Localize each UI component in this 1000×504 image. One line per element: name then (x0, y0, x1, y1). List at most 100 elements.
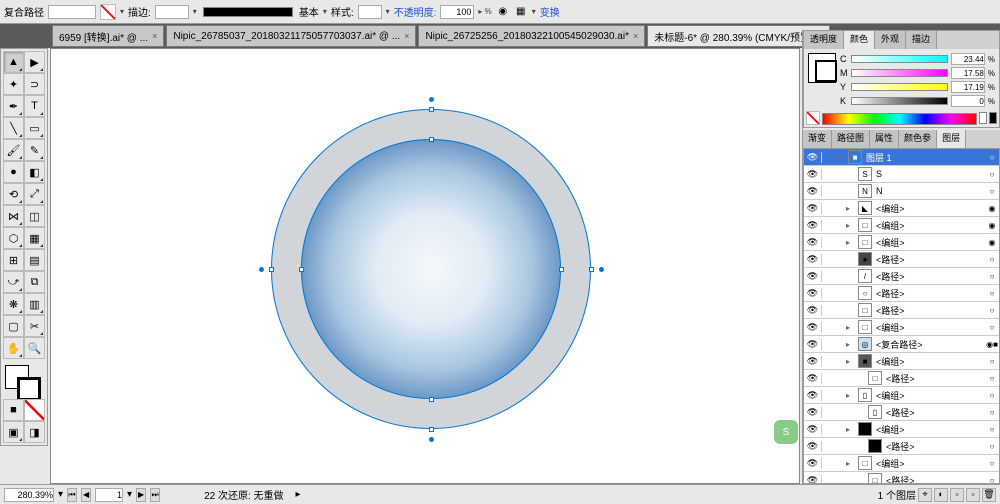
target-icon[interactable]: ○ (985, 425, 999, 434)
layer-row[interactable]: 👁▸◣<编组>◉ (804, 200, 999, 217)
target-icon[interactable]: ◉ (985, 221, 999, 230)
none-fill-icon[interactable] (100, 4, 116, 20)
doc-tab[interactable]: Nipic_26725256_20180322100545029030.ai*× (418, 25, 645, 47)
panel-tab-appearance[interactable]: 外观 (875, 31, 906, 49)
handle-point[interactable] (259, 267, 264, 272)
stroke-swatch[interactable] (17, 377, 41, 401)
opacity-label[interactable]: 不透明度: (394, 4, 437, 19)
magenta-input[interactable] (951, 67, 985, 79)
rectangle-tool[interactable]: ▭ (24, 117, 45, 139)
recolor-icon[interactable]: ◉ (496, 5, 510, 19)
layers-list[interactable]: 👁▸■图层 1○👁SS○👁NN○👁▸◣<编组>◉👁▸□<编组>◉👁▸□<编组>◉… (803, 148, 1000, 484)
target-icon[interactable]: ○ (985, 153, 999, 162)
disclosure-icon[interactable]: ▸ (846, 221, 856, 230)
visibility-icon[interactable]: 👁 (804, 441, 822, 452)
visibility-icon[interactable]: 👁 (804, 220, 822, 231)
layer-row[interactable]: 👁▸■图层 1○ (804, 149, 999, 166)
anchor-point[interactable] (429, 137, 434, 142)
target-icon[interactable]: ○ (985, 391, 999, 400)
stroke-weight-input[interactable] (155, 5, 189, 19)
color-swatches[interactable] (3, 363, 43, 399)
target-icon[interactable]: ○ (985, 357, 999, 366)
mesh-tool[interactable]: ⊞ (3, 249, 24, 271)
target-icon[interactable]: ○ (985, 374, 999, 383)
layer-row[interactable]: 👁▸□<编组>○ (804, 455, 999, 472)
layer-row[interactable]: 👁▸□<编组>◉ (804, 217, 999, 234)
anchor-point[interactable] (559, 267, 564, 272)
prev-page[interactable]: ◀ (81, 488, 91, 502)
layer-row[interactable]: 👁▸◎<复合路径>◉■ (804, 336, 999, 353)
blend-tool[interactable]: ⧉ (24, 271, 45, 293)
ime-indicator[interactable]: S (774, 420, 798, 444)
graph-tool[interactable]: ▥ (24, 293, 45, 315)
perspective-tool[interactable]: ▦ (24, 227, 45, 249)
opacity-input[interactable] (440, 5, 474, 19)
anchor-point[interactable] (299, 267, 304, 272)
white-swatch[interactable] (979, 112, 987, 124)
target-icon[interactable]: ○ (985, 170, 999, 179)
anchor-point[interactable] (269, 267, 274, 272)
close-icon[interactable]: × (152, 31, 157, 41)
locate-layer-icon[interactable]: ⌖ (918, 488, 932, 502)
canvas-area[interactable] (50, 48, 800, 484)
layer-row[interactable]: 👁▸□<编组>◉ (804, 234, 999, 251)
visibility-icon[interactable]: 👁 (804, 475, 822, 485)
layer-row[interactable]: 👁□<路径>○ (804, 472, 999, 484)
disclosure-icon[interactable]: ▸ (846, 340, 856, 349)
visibility-icon[interactable]: 👁 (804, 424, 822, 435)
visibility-icon[interactable]: 👁 (804, 356, 822, 367)
align-icon[interactable]: ▦ (514, 5, 528, 19)
visibility-icon[interactable]: 👁 (804, 203, 822, 214)
last-page[interactable]: ⏭ (150, 488, 160, 502)
visibility-icon[interactable]: 👁 (804, 169, 822, 180)
status-chevron[interactable]: ▸ (296, 489, 301, 500)
brush-tool[interactable]: 🖌 (3, 139, 24, 161)
doc-tab[interactable]: Nipic_26785037_20180321175057703037.ai* … (166, 25, 416, 47)
make-mask-icon[interactable]: ◐ (934, 488, 948, 502)
spectrum-bar[interactable] (822, 113, 977, 125)
target-icon[interactable]: ◉ (985, 238, 999, 247)
target-icon[interactable]: ○ (985, 306, 999, 315)
direct-selection-tool[interactable]: ▶ (24, 51, 45, 73)
yellow-input[interactable] (951, 81, 985, 93)
visibility-icon[interactable]: 👁 (804, 186, 822, 197)
panel-tab-transparency[interactable]: 透明度 (804, 31, 844, 49)
layer-row[interactable]: 👁/<路径>○ (804, 268, 999, 285)
doc-tab[interactable]: 6959 [转换].ai* @ ...× (52, 25, 164, 47)
visibility-icon[interactable]: 👁 (804, 305, 822, 316)
screen-mode[interactable]: ▣ (3, 421, 24, 443)
disclosure-icon[interactable]: ▸ (846, 323, 856, 332)
chevron-icon[interactable]: ▾ (386, 7, 390, 16)
layer-row[interactable]: 👁▸▮<编组>○ (804, 421, 999, 438)
visibility-icon[interactable]: 👁 (804, 288, 822, 299)
transform-link[interactable]: 变换 (540, 4, 560, 19)
layer-row[interactable]: 👁□<路径>○ (804, 302, 999, 319)
handle-point[interactable] (429, 97, 434, 102)
page-input[interactable] (95, 488, 123, 502)
disclosure-icon[interactable]: ▸ (846, 391, 856, 400)
layer-row[interactable]: 👁□<路径>○ (804, 370, 999, 387)
magic-wand-tool[interactable]: ✦ (3, 73, 24, 95)
target-icon[interactable]: ○ (985, 442, 999, 451)
slice-tool[interactable]: ✂ (24, 315, 45, 337)
disclosure-icon[interactable]: ▸ (846, 425, 856, 434)
eraser-tool[interactable]: ◧ (24, 161, 45, 183)
anchor-point[interactable] (429, 397, 434, 402)
visibility-icon[interactable]: 👁 (804, 254, 822, 265)
target-icon[interactable]: ○ (985, 255, 999, 264)
cyan-input[interactable] (951, 53, 985, 65)
layer-row[interactable]: 👁▸▯<编组>○ (804, 387, 999, 404)
layer-row[interactable]: 👁▸■<编组>○ (804, 353, 999, 370)
visibility-icon[interactable]: 👁 (804, 322, 822, 333)
black-input[interactable] (951, 95, 985, 107)
target-icon[interactable]: ○ (985, 187, 999, 196)
zoom-input[interactable] (4, 488, 54, 502)
color-mode-none[interactable] (24, 399, 45, 421)
anchor-point[interactable] (429, 427, 434, 432)
tab-swatches[interactable]: 颜色参 (899, 130, 937, 148)
chevron-icon[interactable]: ▸ % (478, 7, 491, 16)
visibility-icon[interactable]: 👁 (804, 390, 822, 401)
gradient-tool[interactable]: ▤ (24, 249, 45, 271)
layer-row[interactable]: 👁SS○ (804, 166, 999, 183)
delete-layer-icon[interactable]: 🗑 (982, 488, 996, 502)
